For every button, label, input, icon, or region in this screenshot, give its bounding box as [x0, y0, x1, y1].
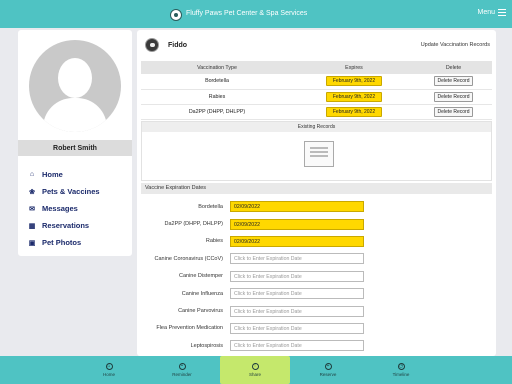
table-row: Bordetella February 9th, 2022 Delete Rec… [141, 74, 492, 90]
document-icon[interactable] [304, 141, 334, 167]
sidebar-item-home[interactable]: ⌂ Home [28, 166, 128, 183]
form-row: Flea Prevention Medication Click to Ente… [137, 320, 496, 337]
pet-name: Fiddo [168, 42, 188, 49]
hamburger-icon [498, 9, 506, 16]
tab-home[interactable]: ⌂ Home [74, 356, 144, 384]
expiration-date-field[interactable]: Click to Enter Expiration Date [230, 305, 364, 317]
photo-icon: ▣ [28, 239, 36, 247]
menu-button[interactable]: Menu [477, 9, 506, 16]
plus-icon: + [324, 363, 332, 370]
expiration-date-field[interactable]: Click to Enter Expiration Date [230, 253, 364, 265]
field-label: Canine Coronavirus (CCoV) [154, 255, 223, 262]
menu-label: Menu [477, 9, 495, 16]
tab-reminder[interactable]: • Reminder [147, 356, 217, 384]
tab-label: Reminder [172, 372, 192, 377]
tab-label: Timeline [392, 372, 410, 377]
app-title: Fluffy Paws Pet Center & Spa Services [186, 10, 308, 17]
tab-timeline[interactable]: ◷ Timeline [366, 356, 436, 384]
expiration-date-field[interactable]: Click to Enter Expiration Date [230, 322, 364, 334]
column-header: Delete [415, 61, 492, 74]
field-label: Rabies [205, 238, 223, 245]
table-row: Rabies February 9th, 2022 Delete Record [141, 89, 492, 105]
field-label: Leptospirosis [190, 342, 223, 349]
form-row: Da2PP (DHPP, DHLPP) 02/09/2022 [137, 215, 496, 232]
sidebar-item-pets-vaccines[interactable]: ❀ Pets & Vaccines [28, 183, 128, 200]
main-panel: Fiddo Update Vaccination Records Vaccina… [137, 30, 496, 356]
expiry-date: February 9th, 2022 [325, 91, 383, 102]
form-row: Canine Influenza Click to Enter Expirati… [137, 285, 496, 302]
field-label: Canine Influenza [181, 290, 223, 297]
sidebar-item-label: Pet Photos [42, 238, 82, 247]
form-row: Canine Parvovirus Click to Enter Expirat… [137, 302, 496, 319]
table-row: Da2PP (DHPP, DHLPP) February 9th, 2022 D… [141, 104, 492, 120]
existing-records-header: Existing Records [142, 122, 491, 132]
expiration-form: Bordetella 02/09/2022 Da2PP (DHPP, DHLPP… [137, 198, 496, 355]
pet-avatar [145, 38, 159, 52]
expiry-date: February 9th, 2022 [325, 76, 383, 87]
expiration-section-header: Vaccine Expiration Dates [141, 183, 492, 194]
expiration-date-field[interactable]: Click to Enter Expiration Date [230, 340, 364, 352]
sidebar-item-label: Messages [42, 204, 78, 213]
expiration-date-field[interactable]: 02/09/2022 [230, 218, 364, 230]
profile-name: Robert Smith [18, 140, 132, 156]
sidebar-item-label: Home [42, 170, 63, 179]
expiration-date-field[interactable]: 02/09/2022 [230, 201, 364, 213]
field-label: Flea Prevention Medication [156, 325, 223, 332]
home-icon: ⌂ [105, 363, 113, 370]
pet-header: Fiddo Update Vaccination Records [137, 30, 496, 60]
table-header-row: Vaccination Type Expires Delete [141, 61, 492, 74]
sidebar-item-pet-photos[interactable]: ▣ Pet Photos [28, 234, 128, 251]
vaccine-type: Da2PP (DHPP, DHLPP) [141, 104, 293, 120]
vaccine-type: Rabies [141, 89, 293, 105]
bottom-tab-bar: ⌂ Home • Reminder ↑ Share + Reserve ◷ Ti… [0, 356, 512, 384]
update-records-link[interactable]: Update Vaccination Records [421, 42, 490, 48]
share-icon: ↑ [251, 363, 259, 370]
field-label: Canine Parvovirus [178, 308, 223, 315]
form-row: Rabies 02/09/2022 [137, 233, 496, 250]
delete-record-button[interactable]: Delete Record [433, 106, 474, 117]
existing-records: Existing Records [141, 121, 492, 181]
brand-logo [170, 9, 182, 21]
form-row: Leptospirosis Click to Enter Expiration … [137, 337, 496, 354]
sidebar-item-reservations[interactable]: ▦ Reservations [28, 217, 128, 234]
tab-reserve[interactable]: + Reserve [293, 356, 363, 384]
profile-card: Robert Smith ⌂ Home ❀ Pets & Vaccines ✉ … [18, 30, 132, 256]
sidebar-item-label: Pets & Vaccines [42, 187, 100, 196]
field-label: Canine Distemper [178, 273, 223, 280]
home-icon: ⌂ [29, 171, 35, 178]
sidebar-nav: ⌂ Home ❀ Pets & Vaccines ✉ Messages ▦ Re… [28, 166, 128, 251]
sidebar-item-label: Reservations [42, 221, 90, 230]
expiration-date-field[interactable]: Click to Enter Expiration Date [230, 288, 364, 300]
avatar [29, 40, 121, 132]
tab-label: Home [102, 372, 115, 377]
bell-icon: • [178, 363, 186, 370]
form-row: Canine Distemper Click to Enter Expirati… [137, 268, 496, 285]
column-header: Expires [293, 61, 415, 74]
vaccine-type: Bordetella [141, 74, 293, 90]
field-label: Da2PP (DHPP, DHLPP) [164, 221, 224, 228]
form-row: Canine Coronavirus (CCoV) Click to Enter… [137, 250, 496, 267]
mail-icon: ✉ [29, 205, 35, 213]
paw-icon: ❀ [29, 188, 35, 196]
delete-record-button[interactable]: Delete Record [433, 91, 474, 102]
expiry-date: February 9th, 2022 [325, 106, 383, 117]
calendar-icon: ▦ [28, 222, 36, 230]
expiration-date-field[interactable]: 02/09/2022 [230, 235, 364, 247]
tab-share[interactable]: ↑ Share [220, 356, 290, 384]
expiration-date-field[interactable]: Click to Enter Expiration Date [230, 270, 364, 282]
delete-record-button[interactable]: Delete Record [433, 76, 474, 87]
form-row: Bordetella 02/09/2022 [137, 198, 496, 215]
clock-icon: ◷ [397, 363, 405, 370]
vaccination-table: Vaccination Type Expires Delete Bordetel… [141, 61, 492, 120]
tab-label: Share [248, 372, 261, 377]
column-header: Vaccination Type [141, 61, 293, 74]
tab-label: Reserve [319, 372, 337, 377]
top-bar: Fluffy Paws Pet Center & Spa Services Me… [0, 0, 512, 28]
field-label: Bordetella [198, 203, 223, 210]
sidebar-item-messages[interactable]: ✉ Messages [28, 200, 128, 217]
